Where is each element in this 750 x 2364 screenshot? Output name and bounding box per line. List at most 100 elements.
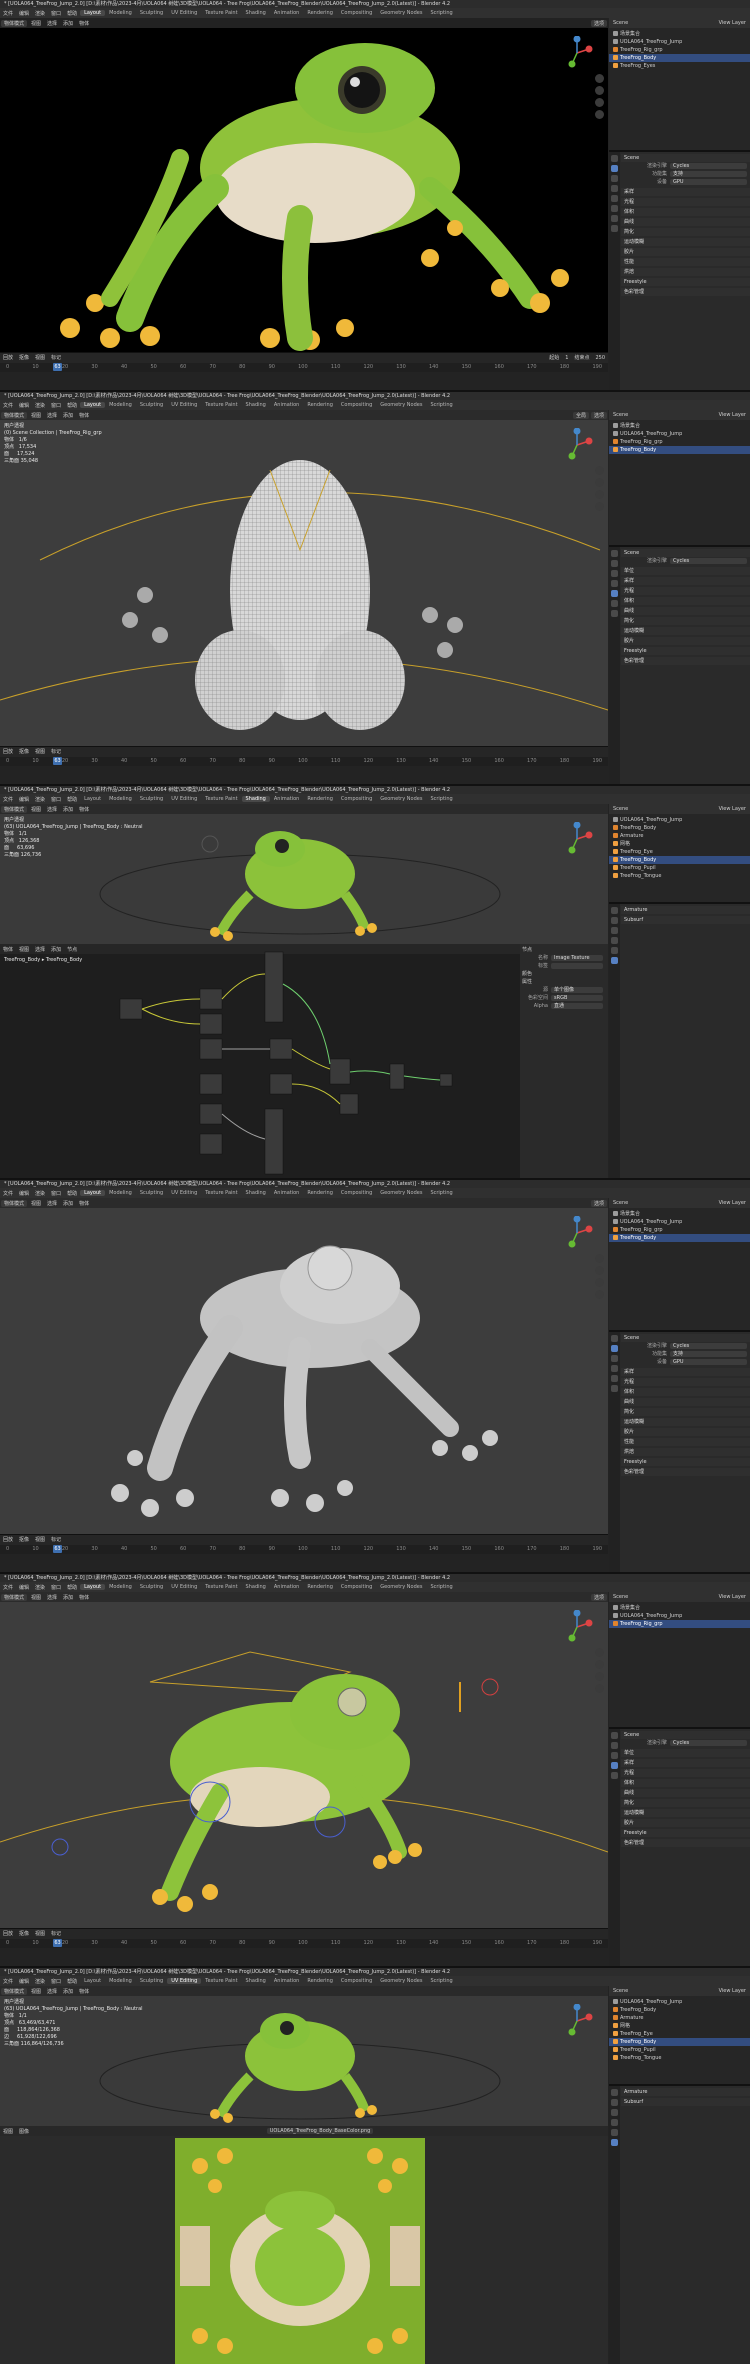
timeline-view[interactable]: 视图 bbox=[32, 354, 48, 361]
timeline-playback[interactable]: 回放 bbox=[0, 1536, 16, 1543]
menu-edit[interactable]: 编辑 bbox=[16, 1190, 32, 1197]
camera-icon[interactable] bbox=[595, 98, 604, 107]
section-motion-blur[interactable]: 运动模糊 bbox=[621, 1418, 750, 1426]
tool-tab-icon[interactable] bbox=[611, 907, 618, 914]
section-curves[interactable]: 曲线 bbox=[621, 218, 750, 226]
scene-selector[interactable]: Scene bbox=[611, 412, 630, 418]
menu-window[interactable]: 窗口 bbox=[48, 402, 64, 409]
menu-edit[interactable]: 编辑 bbox=[16, 796, 32, 803]
menu-edit[interactable]: 编辑 bbox=[16, 10, 32, 17]
world-tab-icon[interactable] bbox=[611, 1772, 618, 1779]
nav-controls[interactable] bbox=[595, 74, 604, 122]
menu-help[interactable]: 帮助 bbox=[64, 10, 80, 17]
outliner-item[interactable]: 网格 bbox=[609, 2022, 750, 2030]
section-freestyle[interactable]: Freestyle bbox=[621, 1458, 750, 1466]
axis-gizmo[interactable] bbox=[560, 428, 594, 462]
pan-icon[interactable] bbox=[595, 478, 604, 487]
pan-icon[interactable] bbox=[595, 1266, 604, 1275]
tab-geometry-nodes[interactable]: Geometry Nodes bbox=[376, 1584, 426, 1590]
menu-render[interactable]: 渲染 bbox=[32, 1190, 48, 1197]
menu-file[interactable]: 文件 bbox=[0, 402, 16, 409]
tab-texture-paint[interactable]: Texture Paint bbox=[201, 10, 241, 16]
prop-value[interactable]: Cycles bbox=[670, 163, 747, 169]
section-bake[interactable]: 烘焙 bbox=[621, 268, 750, 276]
nav-controls[interactable] bbox=[595, 1648, 604, 1696]
timeline-ruler[interactable]: 0 10 20 30 40 50 60 70 80 90 100 110 120 130 140 150 160… bbox=[0, 1939, 608, 1948]
axis-gizmo[interactable] bbox=[560, 36, 594, 70]
perspective-icon[interactable] bbox=[595, 110, 604, 119]
perspective-icon[interactable] bbox=[595, 502, 604, 511]
outliner-item[interactable]: TreeFrog_Eyes bbox=[609, 62, 750, 70]
outliner-item[interactable]: 网格 bbox=[609, 840, 750, 848]
sidebar-tab-node[interactable]: 节点 bbox=[522, 946, 606, 954]
outliner-item[interactable]: UOLA064_TreeFrog_Jump bbox=[609, 38, 750, 46]
section-simplify[interactable]: 简化 bbox=[621, 1799, 750, 1807]
camera-icon[interactable] bbox=[595, 1672, 604, 1681]
prop-value[interactable] bbox=[551, 963, 603, 969]
current-frame-indicator[interactable]: 63 bbox=[53, 757, 62, 765]
render-tab-icon[interactable] bbox=[611, 917, 618, 924]
section-sampling[interactable]: 采样 bbox=[621, 577, 750, 585]
outliner-item[interactable]: TreeFrog_Tongue bbox=[609, 872, 750, 880]
prop-value[interactable]: Image Texture bbox=[551, 955, 603, 961]
outliner-item[interactable]: TreeFrog_Body bbox=[609, 54, 750, 62]
menu-help[interactable]: 帮助 bbox=[64, 1978, 80, 1985]
menu-edit[interactable]: 编辑 bbox=[16, 402, 32, 409]
section-bake[interactable]: 烘焙 bbox=[621, 1448, 750, 1456]
section-scene[interactable]: Scene bbox=[621, 549, 750, 557]
view-layer-tab-icon[interactable] bbox=[611, 1365, 618, 1372]
prop-value[interactable]: sRGB bbox=[551, 995, 603, 1001]
scene-tab-icon[interactable] bbox=[611, 1375, 618, 1382]
scene-tab-icon[interactable] bbox=[611, 2119, 618, 2126]
tab-animation[interactable]: Animation bbox=[270, 1978, 304, 1984]
section-color-management[interactable]: 色彩管理 bbox=[621, 1839, 750, 1847]
scene-tab-icon[interactable] bbox=[611, 195, 618, 202]
section-volumes[interactable]: 体积 bbox=[621, 1388, 750, 1396]
tab-rendering[interactable]: Rendering bbox=[303, 402, 337, 408]
menu-render[interactable]: 渲染 bbox=[32, 10, 48, 17]
section-motion-blur[interactable]: 运动模糊 bbox=[621, 1809, 750, 1817]
modifier-tab-icon[interactable] bbox=[611, 957, 618, 964]
menu-window[interactable]: 窗口 bbox=[48, 1978, 64, 1985]
viewport-3d[interactable]: 物体模式 视图 选择 添加 物体 用户透视 (63) UOLA064_TreeFrog_… bbox=[0, 1986, 608, 2126]
tab-uv-editing[interactable]: UV Editing bbox=[167, 796, 201, 802]
timeline-keying[interactable]: 抠像 bbox=[16, 354, 32, 361]
section-motion-blur[interactable]: 运动模糊 bbox=[621, 238, 750, 246]
scene-selector[interactable]: Scene bbox=[611, 1200, 630, 1206]
outliner-item[interactable]: 场景集合 bbox=[609, 30, 750, 38]
tab-modeling[interactable]: Modeling bbox=[105, 1584, 136, 1590]
tab-layout[interactable]: Layout bbox=[80, 796, 105, 802]
section-freestyle[interactable]: Freestyle bbox=[621, 1829, 750, 1837]
timeline-keying[interactable]: 抠像 bbox=[16, 1536, 32, 1543]
object-tab-icon[interactable] bbox=[611, 2129, 618, 2136]
scene-selector[interactable]: Scene bbox=[611, 806, 630, 812]
axis-gizmo[interactable] bbox=[560, 1216, 594, 1250]
section-film[interactable]: 胶片 bbox=[621, 1819, 750, 1827]
timeline-keying[interactable]: 抠像 bbox=[16, 1930, 32, 1937]
object-tab-icon[interactable] bbox=[611, 610, 618, 617]
tab-animation[interactable]: Animation bbox=[270, 1190, 304, 1196]
outliner-item[interactable]: TreeFrog_Rig_grp bbox=[609, 46, 750, 54]
tab-geometry-nodes[interactable]: Geometry Nodes bbox=[376, 10, 426, 16]
section-sampling[interactable]: 采样 bbox=[621, 1759, 750, 1767]
section-simplify[interactable]: 简化 bbox=[621, 617, 750, 625]
timeline-ruler[interactable]: 0 10 20 30 40 50 60 70 80 90 100 110 120 130 140 150 160… bbox=[0, 757, 608, 766]
section-performance[interactable]: 性能 bbox=[621, 1438, 750, 1446]
axis-gizmo[interactable] bbox=[560, 2004, 594, 2038]
timeline-marker[interactable]: 标记 bbox=[48, 1930, 64, 1937]
prop-value[interactable]: 支持 bbox=[670, 171, 747, 177]
output-tab-icon[interactable] bbox=[611, 927, 618, 934]
tab-animation[interactable]: Animation bbox=[270, 796, 304, 802]
zoom-icon[interactable] bbox=[595, 1648, 604, 1657]
prop-value[interactable]: Cycles bbox=[670, 558, 747, 564]
output-tab-icon[interactable] bbox=[611, 1355, 618, 1362]
section-performance[interactable]: 性能 bbox=[621, 258, 750, 266]
prop-value[interactable]: GPU bbox=[670, 179, 747, 185]
modifier-armature[interactable]: Armature bbox=[621, 906, 750, 914]
outliner-item[interactable]: UOLA064_TreeFrog_Jump bbox=[609, 430, 750, 438]
section-curves[interactable]: 曲线 bbox=[621, 1398, 750, 1406]
outliner-item[interactable]: 场景集合 bbox=[609, 1604, 750, 1612]
tab-scripting[interactable]: Scripting bbox=[426, 10, 456, 16]
tool-tab-icon[interactable] bbox=[611, 550, 618, 557]
object-tab-icon[interactable] bbox=[611, 215, 618, 222]
